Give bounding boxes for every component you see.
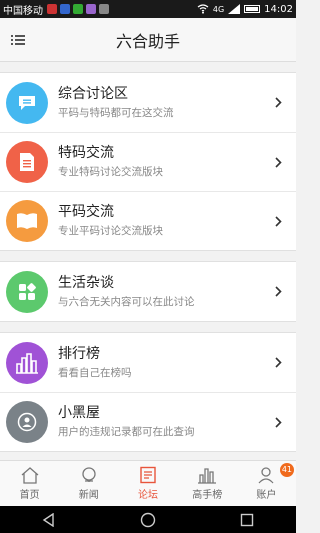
forum-item-text: 综合讨论区 平码与特码都可在这交流	[58, 85, 268, 121]
carrier-name: 中国移动	[3, 5, 43, 17]
chevron-right-icon	[268, 357, 288, 368]
clock: 14:02	[264, 3, 293, 15]
forum-item-text: 特码交流 专业特码讨论交流版块	[58, 144, 268, 180]
forum-item-desc: 专业平码讨论交流版块	[58, 225, 163, 237]
buildings-icon	[6, 341, 48, 384]
notification-icon	[47, 4, 57, 14]
tab-home[interactable]: 首页	[0, 461, 59, 506]
chat-bubble-icon	[6, 81, 48, 124]
forum-item-text: 平码交流 专业平码讨论交流版块	[58, 203, 268, 239]
home-circle-icon[interactable]	[140, 512, 156, 528]
chevron-right-icon	[268, 156, 288, 168]
forum-item-title: 平码交流	[58, 204, 114, 220]
forum-group: 排行榜 看看自己在榜吗 小黑屋 用户的违规记录都可在此查询	[0, 332, 296, 452]
home-icon	[21, 467, 39, 484]
signal-icon	[228, 4, 241, 14]
forum-item-desc: 看看自己在榜吗	[58, 366, 132, 379]
account-icon	[258, 467, 274, 484]
tab-bar: 首页 新闻 论坛 高手榜 账户 41	[0, 460, 296, 506]
tab-label: 新闻	[78, 490, 99, 501]
forum-item-title: 生活杂谈	[58, 274, 114, 291]
wifi-icon	[197, 4, 209, 14]
tab-news[interactable]: 新闻	[59, 461, 118, 506]
notification-icons	[47, 4, 109, 14]
forum-list: 综合讨论区 平码与特码都可在这交流 特码交流 专业特码讨论交流版块 平码交流 专…	[0, 72, 296, 462]
forum-item-general[interactable]: 综合讨论区 平码与特码都可在这交流	[0, 73, 296, 132]
forum-item-text: 小黑屋 用户的违规记录都可在此查询	[58, 404, 268, 440]
battery-icon	[244, 5, 261, 13]
network-type: 4G	[212, 4, 225, 14]
grid-icon	[6, 270, 48, 313]
notification-icon	[86, 4, 96, 14]
user-badge-icon	[6, 401, 48, 443]
forum-item-ranking[interactable]: 排行榜 看看自己在榜吗	[0, 333, 296, 392]
notification-icon	[60, 4, 70, 14]
chevron-right-icon	[268, 286, 288, 297]
forum-item-text: 排行榜 看看自己在榜吗	[58, 345, 268, 381]
tab-label: 论坛	[138, 490, 158, 501]
book-icon	[6, 200, 48, 242]
forum-item-title: 特码交流	[58, 145, 114, 161]
forum-item-title: 小黑屋	[58, 405, 100, 421]
forum-group: 生活杂谈 与六合无关内容可以在此讨论	[0, 261, 296, 322]
globe-icon	[82, 467, 96, 482]
notification-badge: 41	[279, 463, 295, 477]
forum-item-title: 排行榜	[58, 345, 100, 362]
tab-account[interactable]: 账户 41	[237, 461, 296, 506]
status-right: 4G 14:02	[197, 4, 293, 15]
page-title: 六合助手	[115, 31, 180, 51]
forum-item-desc: 专业特码讨论交流版块	[58, 166, 163, 178]
forum-item-title: 综合讨论区	[58, 85, 128, 102]
forum-group: 综合讨论区 平码与特码都可在这交流 特码交流 专业特码讨论交流版块 平码交流 专…	[0, 72, 296, 251]
notification-icon	[99, 4, 109, 14]
status-bar: 中国移动 4G 14:02	[0, 0, 296, 18]
bar-chart-icon	[198, 468, 217, 484]
forum-item-desc: 用户的违规记录都可在此查询	[58, 426, 195, 438]
tab-label: 高手榜	[192, 490, 223, 501]
forum-item-desc: 平码与特码都可在这交流	[58, 106, 174, 119]
forum-icon	[140, 466, 156, 484]
tab-masters[interactable]: 高手榜	[178, 461, 237, 506]
chevron-right-icon	[268, 97, 288, 108]
back-icon[interactable]	[42, 512, 56, 527]
menu-icon	[11, 34, 25, 45]
forum-item-special-code[interactable]: 特码交流 专业特码讨论交流版块	[0, 132, 296, 191]
chevron-right-icon	[268, 416, 288, 428]
forum-item-text: 生活杂谈 与六合无关内容可以在此讨论	[58, 274, 268, 310]
notification-icon	[73, 4, 83, 14]
recents-icon[interactable]	[240, 513, 254, 527]
forum-item-flat-code[interactable]: 平码交流 专业平码讨论交流版块	[0, 191, 296, 250]
menu-button[interactable]	[0, 18, 36, 62]
forum-item-life[interactable]: 生活杂谈 与六合无关内容可以在此讨论	[0, 262, 296, 321]
tab-forum[interactable]: 论坛	[118, 461, 177, 506]
tab-label: 账户	[256, 490, 277, 501]
chevron-right-icon	[268, 215, 288, 227]
forum-item-blacklist[interactable]: 小黑屋 用户的违规记录都可在此查询	[0, 392, 296, 451]
document-icon	[6, 141, 48, 183]
tab-label: 首页	[19, 490, 40, 501]
system-nav-bar	[0, 506, 296, 533]
forum-item-desc: 与六合无关内容可以在此讨论	[58, 295, 195, 308]
title-bar: 六合助手	[0, 18, 296, 62]
